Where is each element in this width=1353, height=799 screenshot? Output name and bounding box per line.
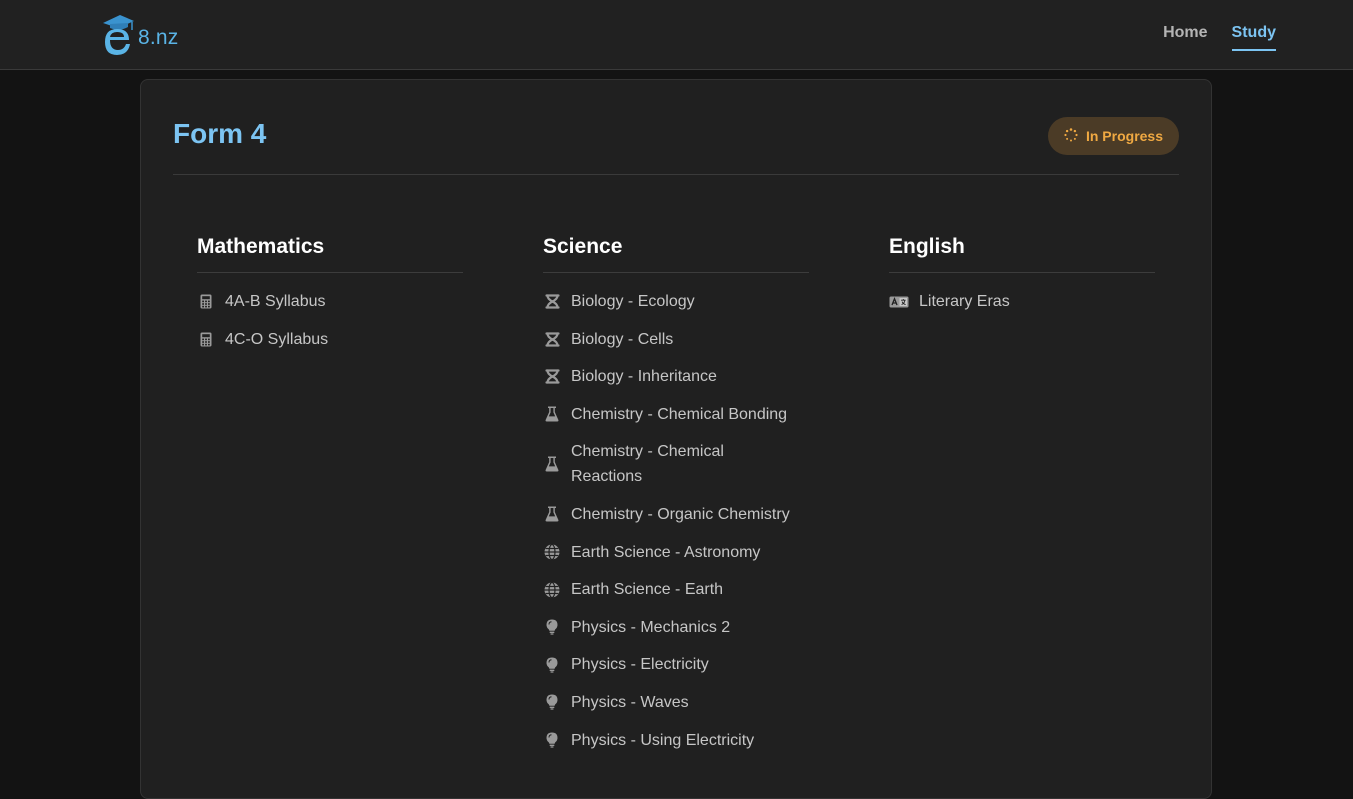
topic-label: Biology - Ecology [571, 293, 695, 310]
status-badge: In Progress [1047, 117, 1179, 155]
lightbulb-icon [543, 652, 561, 677]
topic-label: Physics - Mechanics 2 [571, 618, 731, 636]
lightbulb-icon [543, 728, 561, 753]
topic-item[interactable]: Literary Eras [889, 289, 1155, 314]
topic-label: Biology - Inheritance [571, 368, 717, 386]
subject-mathematics: Mathematics 4A-B Syllabus 4C-O Syllabus [197, 235, 463, 364]
main-nav: Home Study [1163, 24, 1276, 51]
topic-item[interactable]: 4A-B Syllabus [197, 289, 463, 314]
calculator-icon [197, 327, 215, 352]
topic-list: Literary Eras [889, 289, 1155, 314]
topic-label: Earth Science - Earth [571, 581, 724, 599]
site-logo[interactable]: 8.nz [100, 9, 179, 59]
divider [173, 174, 1179, 175]
topic-item[interactable]: Biology - Ecology [543, 289, 809, 314]
subject-heading: Mathematics [197, 235, 463, 273]
logo-text: 8.nz [138, 26, 179, 49]
topic-item[interactable]: Earth Science - Earth [543, 577, 809, 602]
topic-item[interactable]: Physics - Waves [543, 690, 809, 715]
calculator-icon [197, 289, 215, 314]
dna-icon [543, 364, 561, 389]
nav-link-home[interactable]: Home [1163, 24, 1207, 51]
flask-icon [543, 439, 561, 489]
flask-icon [543, 402, 561, 427]
topic-label: Literary Eras [919, 293, 1010, 310]
form-card: Form 4 In Progress Mathematics 4A-B Syll… [140, 79, 1212, 799]
topic-label: Physics - Using Electricity [571, 731, 755, 749]
topic-label: Chemistry - Chemical Bonding [571, 405, 788, 423]
topic-label: 4A-B Syllabus [225, 293, 326, 310]
globe-icon [543, 577, 561, 602]
topic-item[interactable]: Chemistry - Chemical Bonding [543, 402, 809, 427]
topic-item[interactable]: Physics - Electricity [543, 652, 809, 677]
flask-icon [543, 502, 561, 527]
topic-label: Chemistry - Organic Chemistry [571, 505, 790, 523]
topic-label: Biology - Cells [571, 330, 674, 348]
topic-label: Physics - Waves [571, 693, 689, 711]
topic-label: 4C-O Syllabus [225, 330, 329, 348]
logo-e-icon [103, 15, 134, 55]
topic-item[interactable]: Physics - Mechanics 2 [543, 615, 809, 640]
topic-item[interactable]: Physics - Using Electricity [543, 728, 809, 753]
topic-item[interactable]: Earth Science - Astronomy [543, 540, 809, 565]
topic-list: Biology - Ecology Biology - Cells Biolog… [543, 289, 809, 753]
nav-link-study[interactable]: Study [1231, 24, 1276, 51]
subject-heading: Science [543, 235, 809, 273]
top-navbar: 8.nz Home Study [0, 0, 1353, 70]
subject-science: Science Biology - Ecology Biology - Cell… [543, 235, 809, 765]
globe-icon [543, 540, 561, 565]
page-title: Form 4 [173, 118, 267, 149]
language-icon [889, 289, 909, 314]
topic-list: 4A-B Syllabus 4C-O Syllabus [197, 289, 463, 352]
subject-heading: English [889, 235, 1155, 273]
topic-item[interactable]: Biology - Cells [543, 327, 809, 352]
topic-item[interactable]: 4C-O Syllabus [197, 327, 463, 352]
status-text: In Progress [1085, 128, 1163, 144]
dna-icon [543, 327, 561, 352]
topic-label: Earth Science - Astronomy [571, 543, 761, 561]
spinner-icon [1064, 127, 1078, 145]
topic-item[interactable]: Chemistry - Organic Chemistry [543, 502, 809, 527]
topic-label: Chemistry - Chemical Reactions [571, 443, 724, 486]
topic-label: Physics - Electricity [571, 656, 709, 674]
topic-item[interactable]: Biology - Inheritance [543, 364, 809, 389]
topic-item[interactable]: Chemistry - Chemical Reactions [543, 439, 809, 489]
dna-icon [543, 289, 561, 314]
subject-english: English Literary Eras [889, 235, 1155, 327]
lightbulb-icon [543, 690, 561, 715]
lightbulb-icon [543, 615, 561, 640]
